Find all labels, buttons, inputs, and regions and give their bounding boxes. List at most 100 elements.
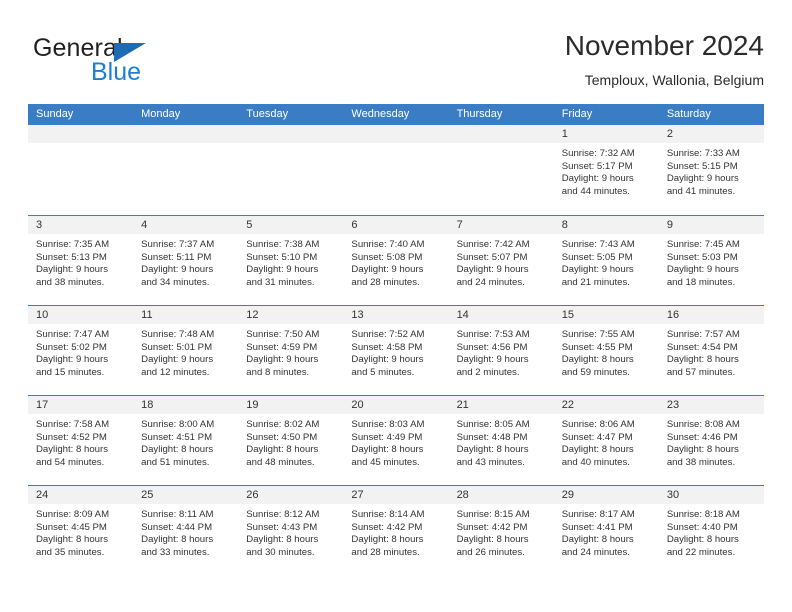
weekday-header-thursday: Thursday xyxy=(456,108,503,120)
day-details: Sunrise: 7:45 AM Sunset: 5:03 PM Daylight:… xyxy=(659,234,764,289)
day-number: 1 xyxy=(553,125,659,143)
day-cell-25[interactable]: 25 Sunrise: 8:11 AM Sunset: 4:44 PM Dayligh… xyxy=(133,486,239,575)
day-cell-empty[interactable] xyxy=(448,125,554,215)
day-cell-24[interactable]: 24 Sunrise: 8:09 AM Sunset: 4:45 PM Dayligh… xyxy=(28,486,134,575)
general-blue-logo[interactable]: General Blue xyxy=(33,34,263,92)
day-cell-empty[interactable] xyxy=(238,125,344,215)
day-cell-17[interactable]: 17 Sunrise: 7:58 AM Sunset: 4:52 PM Dayligh… xyxy=(28,396,134,485)
day-cell-22[interactable]: 22 Sunrise: 8:06 AM Sunset: 4:47 PM Dayligh… xyxy=(553,396,659,485)
daylight-text: and 22 minutes. xyxy=(666,546,736,558)
sunset-text: Sunset: 5:05 PM xyxy=(561,251,633,263)
day-cell-1[interactable]: 1 Sunrise: 7:32 AM Sunset: 5:17 PM Daylight… xyxy=(553,125,659,215)
daylight-text: and 15 minutes. xyxy=(36,366,105,378)
day-number: 6 xyxy=(343,216,449,234)
day-number: 20 xyxy=(343,396,449,414)
day-cell-21[interactable]: 21 Sunrise: 8:05 AM Sunset: 4:48 PM Dayligh… xyxy=(448,396,554,485)
day-cell-12[interactable]: 12 Sunrise: 7:50 AM Sunset: 4:59 PM Dayligh… xyxy=(238,306,344,395)
day-number: 16 xyxy=(658,306,764,324)
sunrise-text: Sunrise: 7:40 AM xyxy=(351,239,425,250)
daylight-text: and 48 minutes. xyxy=(246,456,315,468)
day-cell-4[interactable]: 4 Sunrise: 7:37 AM Sunset: 5:11 PM Daylight… xyxy=(133,216,239,305)
day-cell-11[interactable]: 11 Sunrise: 7:48 AM Sunset: 5:01 PM Dayligh… xyxy=(133,306,239,395)
sunrise-text: Sunrise: 7:50 AM xyxy=(246,329,320,340)
calendar-week-row: 17 Sunrise: 7:58 AM Sunset: 4:52 PM Dayligh… xyxy=(28,395,764,485)
sunrise-text: Sunrise: 8:15 AM xyxy=(456,509,530,520)
day-number: 8 xyxy=(553,216,659,234)
day-cell-15[interactable]: 15 Sunrise: 7:55 AM Sunset: 4:55 PM Dayligh… xyxy=(553,306,659,395)
day-cell-2[interactable]: 2 Sunrise: 7:33 AM Sunset: 5:15 PM Daylight… xyxy=(658,125,764,215)
day-cell-9[interactable]: 9 Sunrise: 7:45 AM Sunset: 5:03 PM Daylight… xyxy=(658,216,764,305)
day-number xyxy=(343,125,449,143)
daylight-text: Daylight: 9 hours xyxy=(456,354,529,366)
day-cell-20[interactable]: 20 Sunrise: 8:03 AM Sunset: 4:49 PM Dayligh… xyxy=(343,396,449,485)
day-details: Sunrise: 7:50 AM Sunset: 4:59 PM Daylight:… xyxy=(238,324,343,379)
day-details: Sunrise: 8:05 AM Sunset: 4:48 PM Daylight:… xyxy=(449,414,554,469)
day-details: Sunrise: 8:15 AM Sunset: 4:42 PM Daylight:… xyxy=(449,504,554,559)
day-cell-5[interactable]: 5 Sunrise: 7:38 AM Sunset: 5:10 PM Daylight… xyxy=(238,216,344,305)
sunrise-text: Sunrise: 7:48 AM xyxy=(141,329,215,340)
day-cell-6[interactable]: 6 Sunrise: 7:40 AM Sunset: 5:08 PM Daylight… xyxy=(343,216,449,305)
day-number: 27 xyxy=(343,486,449,504)
daylight-text: and 43 minutes. xyxy=(456,456,525,468)
day-cell-10[interactable]: 10 Sunrise: 7:47 AM Sunset: 5:02 PM Dayligh… xyxy=(28,306,134,395)
day-cell-empty[interactable] xyxy=(343,125,449,215)
day-details xyxy=(449,143,554,148)
sunset-text: Sunset: 4:50 PM xyxy=(246,431,318,443)
sunrise-text: Sunrise: 8:11 AM xyxy=(141,509,214,520)
daylight-text: Daylight: 8 hours xyxy=(561,444,634,456)
sunrise-text: Sunrise: 8:03 AM xyxy=(351,419,425,430)
day-cell-16[interactable]: 16 Sunrise: 7:57 AM Sunset: 4:54 PM Dayligh… xyxy=(658,306,764,395)
day-number: 22 xyxy=(553,396,659,414)
day-cell-27[interactable]: 27 Sunrise: 8:14 AM Sunset: 4:42 PM Dayligh… xyxy=(343,486,449,575)
day-number: 24 xyxy=(28,486,134,504)
sunrise-text: Sunrise: 7:47 AM xyxy=(36,329,110,340)
day-details: Sunrise: 8:03 AM Sunset: 4:49 PM Daylight:… xyxy=(343,414,448,469)
day-cell-30[interactable]: 30 Sunrise: 8:18 AM Sunset: 4:40 PM Dayligh… xyxy=(658,486,764,575)
daylight-text: Daylight: 8 hours xyxy=(36,444,108,456)
day-cell-26[interactable]: 26 Sunrise: 8:12 AM Sunset: 4:43 PM Dayligh… xyxy=(238,486,344,575)
day-details: Sunrise: 7:58 AM Sunset: 4:52 PM Daylight:… xyxy=(28,414,133,469)
day-cell-empty[interactable] xyxy=(28,125,134,215)
day-number: 13 xyxy=(343,306,449,324)
sunrise-text: Sunrise: 8:09 AM xyxy=(36,509,110,520)
sunset-text: Sunset: 4:43 PM xyxy=(246,521,318,533)
day-details: Sunrise: 7:42 AM Sunset: 5:07 PM Daylight:… xyxy=(449,234,554,289)
weekday-header-row: Sunday Monday Tuesday Wednesday Thursday Frid… xyxy=(28,104,764,125)
sunset-text: Sunset: 4:41 PM xyxy=(561,521,633,533)
day-cell-29[interactable]: 29 Sunrise: 8:17 AM Sunset: 4:41 PM Dayligh… xyxy=(553,486,659,575)
day-cell-7[interactable]: 7 Sunrise: 7:42 AM Sunset: 5:07 PM Daylight… xyxy=(448,216,554,305)
calendar-page: General Blue November 2024 Temploux, Wal… xyxy=(0,0,792,612)
sunset-text: Sunset: 4:44 PM xyxy=(141,521,213,533)
day-cell-3[interactable]: 3 Sunrise: 7:35 AM Sunset: 5:13 PM Daylight… xyxy=(28,216,134,305)
daylight-text: and 28 minutes. xyxy=(351,276,420,288)
day-number xyxy=(238,125,344,143)
day-cell-14[interactable]: 14 Sunrise: 7:53 AM Sunset: 4:56 PM Dayligh… xyxy=(448,306,554,395)
day-cell-19[interactable]: 19 Sunrise: 8:02 AM Sunset: 4:50 PM Dayligh… xyxy=(238,396,344,485)
sunrise-text: Sunrise: 8:05 AM xyxy=(456,419,530,430)
daylight-text: and 57 minutes. xyxy=(666,366,736,378)
day-number: 26 xyxy=(238,486,344,504)
sunset-text: Sunset: 5:13 PM xyxy=(36,251,107,263)
weekday-header-friday: Friday xyxy=(561,108,593,120)
day-cell-8[interactable]: 8 Sunrise: 7:43 AM Sunset: 5:05 PM Daylight… xyxy=(553,216,659,305)
day-number: 11 xyxy=(133,306,239,324)
day-cell-13[interactable]: 13 Sunrise: 7:52 AM Sunset: 4:58 PM Dayligh… xyxy=(343,306,449,395)
sunset-text: Sunset: 4:52 PM xyxy=(36,431,107,443)
day-cell-empty[interactable] xyxy=(133,125,239,215)
daylight-text: Daylight: 8 hours xyxy=(666,534,739,546)
day-details: Sunrise: 8:09 AM Sunset: 4:45 PM Daylight:… xyxy=(28,504,133,559)
daylight-text: Daylight: 9 hours xyxy=(561,173,634,185)
calendar-week-row: 1 Sunrise: 7:32 AM Sunset: 5:17 PM Daylight… xyxy=(28,125,764,215)
day-cell-28[interactable]: 28 Sunrise: 8:15 AM Sunset: 4:42 PM Dayligh… xyxy=(448,486,554,575)
daylight-text: Daylight: 8 hours xyxy=(561,534,634,546)
day-number: 7 xyxy=(448,216,554,234)
day-details: Sunrise: 8:12 AM Sunset: 4:43 PM Daylight:… xyxy=(238,504,343,559)
day-details: Sunrise: 8:14 AM Sunset: 4:42 PM Daylight:… xyxy=(343,504,448,559)
daylight-text: Daylight: 8 hours xyxy=(666,354,739,366)
daylight-text: Daylight: 9 hours xyxy=(561,264,634,276)
day-details: Sunrise: 7:37 AM Sunset: 5:11 PM Daylight:… xyxy=(133,234,238,289)
day-cell-23[interactable]: 23 Sunrise: 8:08 AM Sunset: 4:46 PM Dayligh… xyxy=(658,396,764,485)
logo-text-blue: Blue xyxy=(91,58,142,86)
calendar-weeks: 1 Sunrise: 7:32 AM Sunset: 5:17 PM Daylight… xyxy=(28,125,764,575)
day-cell-18[interactable]: 18 Sunrise: 8:00 AM Sunset: 4:51 PM Dayligh… xyxy=(133,396,239,485)
